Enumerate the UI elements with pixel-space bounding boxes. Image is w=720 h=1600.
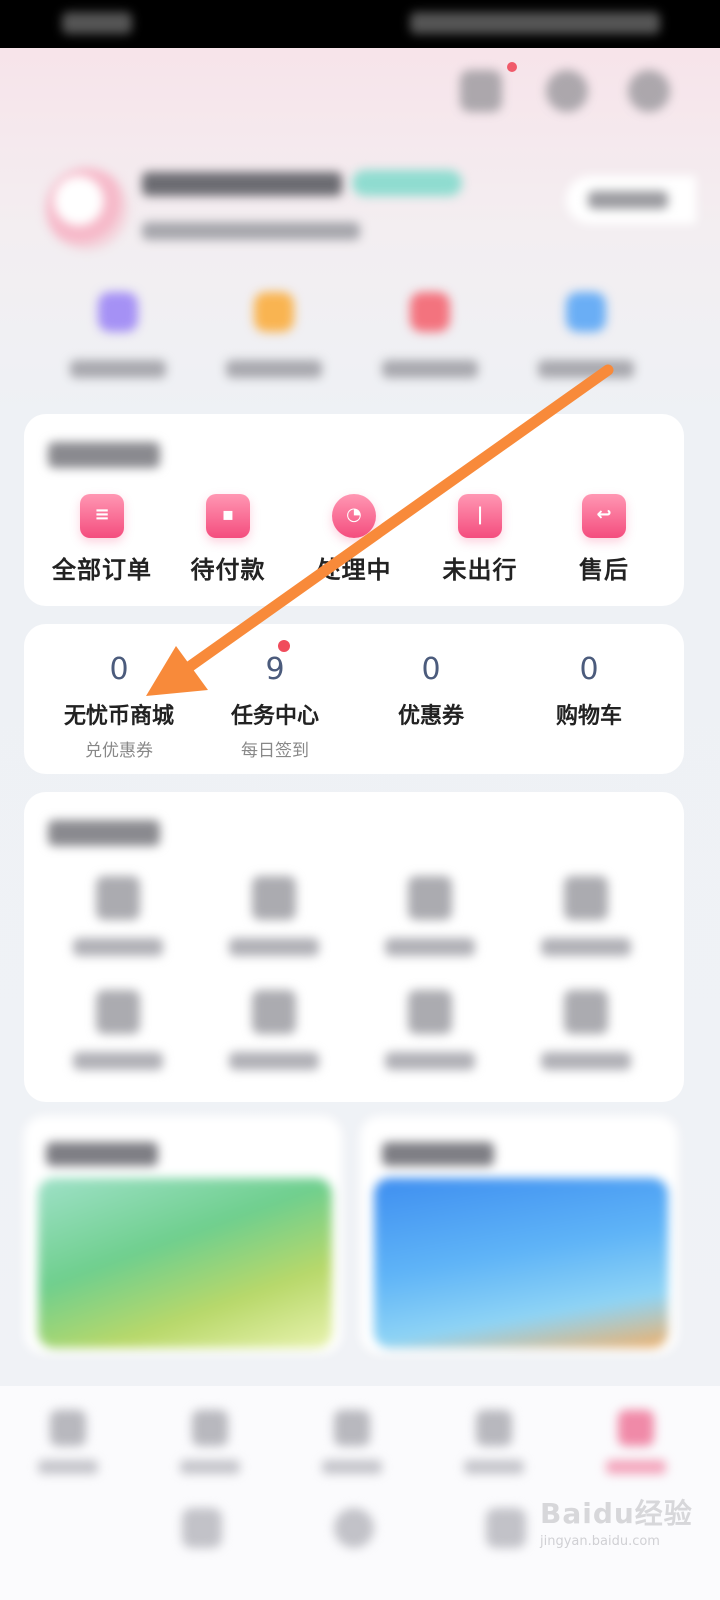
tool-icon: [252, 990, 296, 1034]
tool-item[interactable]: [214, 990, 334, 1070]
settings-icon[interactable]: [628, 70, 670, 112]
order-pending-payment-label: 待付款: [190, 556, 266, 584]
tool-icon: [252, 876, 296, 920]
checkin-button[interactable]: [566, 176, 696, 224]
profile-icon: [618, 1410, 654, 1446]
order-pending-payment-button[interactable]: ▪ 待付款: [168, 494, 288, 585]
tool-icon: [564, 876, 608, 920]
orders-card-title: [48, 442, 160, 468]
tool-item[interactable]: [370, 990, 490, 1070]
home-icon: [50, 1410, 86, 1446]
promo-image-left: [38, 1178, 332, 1348]
stat-cart-value: 0: [579, 652, 599, 687]
profile-subtitle: [142, 222, 360, 240]
quick-link-icon: [566, 292, 606, 332]
wallet-icon: ▪: [206, 494, 250, 538]
tool-item[interactable]: [526, 990, 646, 1070]
tool-item[interactable]: [214, 876, 334, 956]
trips-icon: [334, 1410, 370, 1446]
quick-link-4[interactable]: [536, 292, 636, 378]
tool-icon: [564, 990, 608, 1034]
return-icon: ↩: [582, 494, 626, 538]
stat-cart[interactable]: 0 购物车: [514, 648, 664, 730]
clock-icon: ◔: [332, 494, 376, 538]
stat-coin-mall-label: 无忧币商城: [63, 704, 174, 729]
promo-card-left[interactable]: [24, 1116, 342, 1354]
order-all-button[interactable]: ≡ 全部订单: [42, 494, 162, 585]
avatar[interactable]: [46, 168, 128, 250]
stat-cart-label: 购物车: [555, 704, 622, 729]
watermark-url: jingyan.baidu.com: [540, 1534, 660, 1549]
system-recents-icon[interactable]: [182, 1508, 222, 1548]
tool-icon: [408, 990, 452, 1034]
username: [142, 172, 342, 196]
stat-task-center-value: 9: [265, 652, 285, 687]
nav-service[interactable]: [446, 1410, 542, 1474]
stat-coin-mall-sub: 兑优惠券: [85, 741, 153, 761]
order-after-sales-label: 售后: [579, 556, 629, 584]
stat-coin-mall[interactable]: 0 无忧币商城 兑优惠券: [44, 648, 194, 761]
discover-icon: [192, 1410, 228, 1446]
quick-link-2[interactable]: [224, 292, 324, 378]
door-icon: |: [458, 494, 502, 538]
order-list-icon: ≡: [80, 494, 124, 538]
stat-coupons-label: 优惠券: [397, 704, 464, 729]
tool-icon: [408, 876, 452, 920]
tool-item[interactable]: [58, 990, 178, 1070]
watermark-text: Baidu经验: [540, 1497, 693, 1530]
member-badge[interactable]: [352, 170, 462, 196]
promo-image-right: [374, 1178, 668, 1348]
stat-task-center-sub: 每日签到: [241, 741, 309, 761]
tool-item[interactable]: [370, 876, 490, 956]
order-processing-label: 处理中: [316, 556, 392, 584]
tool-icon: [96, 990, 140, 1034]
scan-icon[interactable]: [460, 70, 502, 112]
nav-home[interactable]: [20, 1410, 116, 1474]
order-not-traveled-label: 未出行: [442, 556, 518, 584]
quick-link-1[interactable]: [68, 292, 168, 378]
status-icons: [410, 12, 660, 34]
order-all-label: 全部订单: [52, 556, 152, 584]
quick-link-3[interactable]: [380, 292, 480, 378]
system-home-icon[interactable]: [334, 1508, 374, 1548]
phone-icon: [476, 1410, 512, 1446]
quick-link-icon: [410, 292, 450, 332]
tool-item[interactable]: [526, 876, 646, 956]
order-after-sales-button[interactable]: ↩ 售后: [544, 494, 664, 585]
tool-icon: [96, 876, 140, 920]
quick-link-icon: [98, 292, 138, 332]
stat-task-center-label: 任务中心: [230, 704, 319, 729]
system-back-icon[interactable]: [486, 1508, 526, 1548]
promo-card-right[interactable]: [360, 1116, 678, 1354]
quick-link-icon: [254, 292, 294, 332]
order-not-traveled-button[interactable]: | 未出行: [420, 494, 540, 585]
nav-trips[interactable]: [304, 1410, 400, 1474]
nav-mine[interactable]: [588, 1410, 684, 1474]
nav-discover[interactable]: [162, 1410, 258, 1474]
status-time: [62, 12, 132, 34]
status-bar: [0, 0, 720, 48]
tool-item[interactable]: [58, 876, 178, 956]
stat-coupons[interactable]: 0 优惠券: [356, 648, 506, 730]
order-processing-button[interactable]: ◔ 处理中: [294, 494, 414, 585]
tools-card-title: [48, 820, 160, 846]
task-badge-dot: [278, 640, 290, 652]
stat-coin-mall-value: 0: [109, 652, 129, 687]
stat-coupons-value: 0: [421, 652, 441, 687]
notification-dot: [507, 62, 517, 72]
baidu-watermark: Baidu经验 jingyan.baidu.com: [540, 1492, 700, 1552]
customer-service-icon[interactable]: [546, 70, 588, 112]
stat-task-center[interactable]: 9 任务中心 每日签到: [200, 648, 350, 761]
